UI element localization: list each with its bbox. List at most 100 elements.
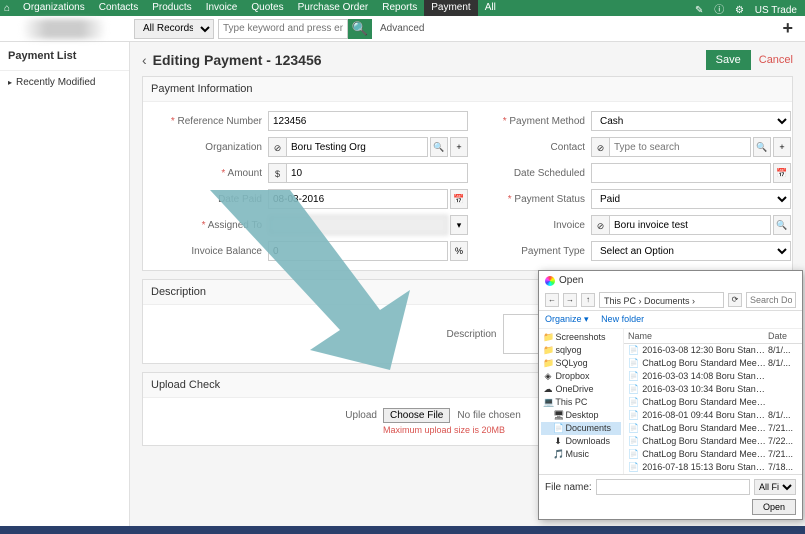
info-icon[interactable]: ⓘ: [714, 5, 724, 16]
nav-payment[interactable]: Payment: [424, 0, 477, 16]
nav-organizations[interactable]: Organizations: [16, 0, 92, 16]
label-invoice: Invoice: [476, 220, 591, 231]
label-status: Payment Status: [514, 194, 585, 205]
file-row[interactable]: 📄ChatLog Boru Standard Meeting 2016_08..…: [624, 396, 802, 409]
org-clear-icon[interactable]: ⊘: [268, 137, 286, 157]
dialog-back-icon[interactable]: ←: [545, 293, 559, 307]
file-filter-select[interactable]: All Files: [754, 479, 796, 495]
invoice-input[interactable]: [609, 215, 771, 235]
nav-purchase-order[interactable]: Purchase Order: [291, 0, 376, 16]
back-arrow-icon[interactable]: ‹: [142, 52, 147, 68]
gear-icon[interactable]: ⚙: [735, 5, 744, 16]
tree-node[interactable]: ◈ Dropbox: [541, 370, 621, 383]
contact-search-icon[interactable]: 🔍: [753, 137, 771, 157]
dialog-search-input[interactable]: [746, 292, 796, 308]
amount-input[interactable]: [286, 163, 468, 183]
nav-reports[interactable]: Reports: [375, 0, 424, 16]
col-date[interactable]: Date: [768, 331, 798, 341]
payment-type-select[interactable]: Select an Option: [591, 241, 791, 261]
file-row[interactable]: 📄ChatLog Boru Standard Meeting 2016_08..…: [624, 357, 802, 370]
org-add-icon[interactable]: +: [450, 137, 468, 157]
search-row: All Records 🔍 Advanced +: [0, 16, 805, 42]
nav-all[interactable]: All: [478, 0, 503, 16]
col-name[interactable]: Name: [628, 331, 768, 341]
payment-method-select[interactable]: Cash: [591, 111, 791, 131]
file-row[interactable]: 📄ChatLog Boru Standard Meeting 2016_07..…: [624, 422, 802, 435]
search-input[interactable]: [218, 19, 348, 39]
tree-node[interactable]: 📁 SQLyog: [541, 357, 621, 370]
page-title: Editing Payment - 123456: [153, 52, 706, 68]
tree-node[interactable]: ☁ OneDrive: [541, 383, 621, 396]
file-row[interactable]: 📄2016-03-08 12:30 Boru Standard Meeting8…: [624, 344, 802, 357]
file-row[interactable]: 📄2016-03-03 14:08 Boru Standard Meeting: [624, 370, 802, 383]
date-paid-calendar-icon[interactable]: 📅: [450, 189, 468, 209]
dialog-up-icon[interactable]: ↑: [581, 293, 595, 307]
contact-input[interactable]: [609, 137, 751, 157]
contact-clear-icon[interactable]: ⊘: [591, 137, 609, 157]
tree-node[interactable]: 📁 Screenshots: [541, 331, 621, 344]
label-balance: Invoice Balance: [153, 246, 268, 257]
home-icon[interactable]: ⌂: [4, 3, 10, 14]
assigned-dropdown-icon[interactable]: ▾: [450, 215, 468, 235]
tree-node[interactable]: 📄 Documents: [541, 422, 621, 435]
tree-node[interactable]: ⬇ Downloads: [541, 435, 621, 448]
edit-icon[interactable]: ✎: [695, 5, 703, 16]
contact-add-icon[interactable]: +: [773, 137, 791, 157]
save-button[interactable]: Save: [706, 50, 751, 70]
file-row[interactable]: 📄2016-03-03 10:34 Boru Standard Meeting: [624, 383, 802, 396]
label-assigned: Assigned To: [208, 220, 262, 231]
sidebar-title: Payment List: [0, 42, 129, 71]
file-row[interactable]: 📄ChatLog Boru Standard Meeting 2016_07..…: [624, 448, 802, 461]
label-date-paid: Date Paid: [153, 194, 268, 205]
label-method: Payment Method: [509, 116, 585, 127]
label-org: Organization: [153, 142, 268, 153]
invoice-search-icon[interactable]: 🔍: [773, 215, 791, 235]
add-button[interactable]: +: [782, 18, 801, 39]
balance-input[interactable]: [268, 241, 448, 261]
filename-input[interactable]: [596, 479, 750, 495]
records-select[interactable]: All Records: [134, 19, 214, 39]
dialog-open-button[interactable]: Open: [752, 499, 796, 515]
dialog-folder-tree: 📁 Screenshots📁 sqlyog📁 SQLyog◈ Dropbox☁ …: [539, 329, 624, 474]
nav-contacts[interactable]: Contacts: [92, 0, 145, 16]
scheduled-calendar-icon[interactable]: 📅: [773, 163, 791, 183]
dialog-new-folder[interactable]: New folder: [601, 314, 644, 324]
dialog-refresh-icon[interactable]: ⟳: [728, 293, 742, 307]
tree-node[interactable]: 🖥 Desktop: [541, 409, 621, 422]
label-scheduled: Date Scheduled: [476, 168, 591, 179]
balance-unit-icon[interactable]: %: [450, 241, 468, 261]
file-row[interactable]: 📄ChatLog Boru Standard Meeting 2016_07..…: [624, 435, 802, 448]
sidebar-item-recent[interactable]: Recently Modified: [0, 71, 129, 94]
payment-status-select[interactable]: Paid: [591, 189, 791, 209]
choose-file-button[interactable]: Choose File: [383, 408, 450, 423]
dialog-app-icon: [545, 276, 555, 286]
file-row[interactable]: 📄2016-07-18 15:13 Boru Standard Meeting7…: [624, 461, 802, 474]
dialog-breadcrumb[interactable]: This PC › Documents ›: [599, 292, 724, 308]
cancel-link[interactable]: Cancel: [759, 54, 793, 66]
no-file-text: No file chosen: [457, 410, 520, 421]
payment-info-panel: Payment Information * Reference Number O…: [142, 76, 793, 271]
date-paid-input[interactable]: [268, 189, 448, 209]
organization-input[interactable]: [286, 137, 428, 157]
tree-node[interactable]: 💻 This PC: [541, 396, 621, 409]
invoice-clear-icon[interactable]: ⊘: [591, 215, 609, 235]
tree-node[interactable]: 📁 sqlyog: [541, 344, 621, 357]
nav-right-icons: ✎ ⓘ ⚙ US Trade: [691, 1, 801, 16]
assigned-to-input[interactable]: [268, 215, 448, 235]
dialog-organize-menu[interactable]: Organize ▾: [545, 314, 589, 324]
region-dropdown[interactable]: US Trade: [755, 5, 797, 16]
advanced-link[interactable]: Advanced: [380, 23, 424, 34]
reference-number-input[interactable]: [268, 111, 468, 131]
file-row[interactable]: 📄2016-08-01 09:44 Boru Standard Meeting8…: [624, 409, 802, 422]
payment-info-header: Payment Information: [143, 77, 792, 102]
date-scheduled-input[interactable]: [591, 163, 771, 183]
search-button[interactable]: 🔍: [348, 19, 372, 39]
tree-node[interactable]: 🎵 Music: [541, 448, 621, 461]
nav-quotes[interactable]: Quotes: [244, 0, 290, 16]
org-search-icon[interactable]: 🔍: [430, 137, 448, 157]
nav-products[interactable]: Products: [145, 0, 198, 16]
nav-invoice[interactable]: Invoice: [199, 0, 245, 16]
label-amount: Amount: [228, 168, 262, 179]
dialog-forward-icon[interactable]: →: [563, 293, 577, 307]
upload-warning: Maximum upload size is 20MB: [383, 425, 521, 435]
